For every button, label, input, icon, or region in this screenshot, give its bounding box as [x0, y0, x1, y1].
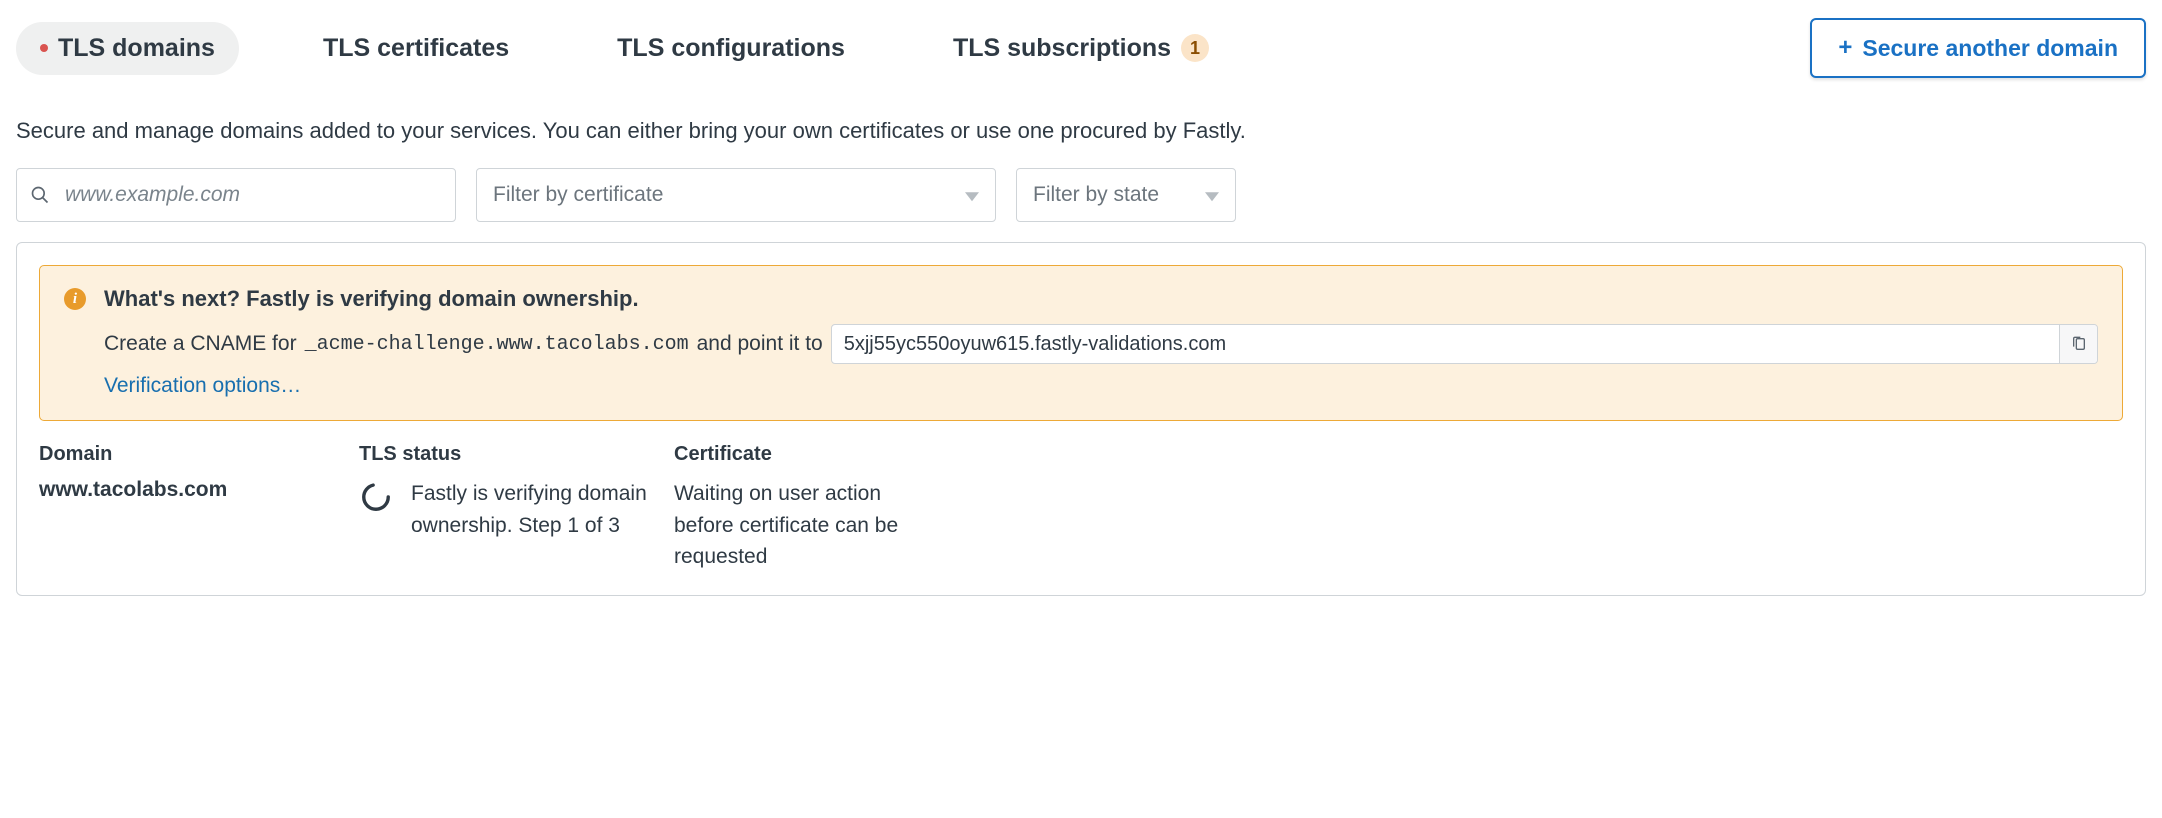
tab-label: TLS certificates [323, 34, 509, 63]
notice-cname-line: Create a CNAME for _acme-challenge.www.t… [104, 324, 2098, 364]
tab-tls-subscriptions[interactable]: TLS subscriptions 1 [929, 22, 1233, 75]
page-description: Secure and manage domains added to your … [16, 118, 2146, 144]
subscriptions-badge: 1 [1181, 34, 1209, 62]
col-header-certificate: Certificate [674, 443, 934, 466]
filters-row: Filter by certificate Filter by state [16, 168, 2146, 222]
secure-another-domain-button[interactable]: + Secure another domain [1810, 18, 2146, 78]
plus-icon: + [1838, 34, 1852, 62]
domain-search-input[interactable] [16, 168, 456, 222]
clipboard-icon [2071, 336, 2087, 352]
col-header-domain: Domain [39, 443, 349, 466]
filter-certificate-select[interactable]: Filter by certificate [476, 168, 996, 222]
verification-notice: i What's next? Fastly is verifying domai… [39, 265, 2123, 421]
search-wrap [16, 168, 456, 222]
filter-state-select[interactable]: Filter by state [1016, 168, 1236, 222]
search-icon [30, 185, 50, 205]
spinner-icon [359, 480, 393, 541]
tab-tls-configurations[interactable]: TLS configurations [593, 22, 869, 75]
cname-prefix: Create a CNAME for [104, 332, 297, 356]
select-label: Filter by state [1033, 183, 1159, 207]
col-header-status: TLS status [359, 443, 664, 466]
tab-tls-domains[interactable]: TLS domains [16, 22, 239, 75]
tls-status-text: Fastly is verifying domain ownership. St… [411, 478, 664, 541]
verification-options-link[interactable]: Verification options… [104, 374, 301, 397]
copy-cname-button[interactable] [2059, 325, 2097, 363]
domain-card: i What's next? Fastly is verifying domai… [16, 242, 2146, 596]
cname-host: _acme-challenge.www.tacolabs.com [305, 333, 689, 356]
tabs-row: TLS domains TLS certificates TLS configu… [16, 18, 2146, 78]
select-label: Filter by certificate [493, 183, 663, 207]
status-dot-icon [40, 44, 48, 52]
certificate-status-text: Waiting on user action before certificat… [674, 478, 934, 573]
cname-suffix: and point it to [697, 332, 823, 356]
notice-title: What's next? Fastly is verifying domain … [104, 286, 2098, 312]
button-label: Secure another domain [1862, 35, 2118, 62]
cname-value-wrap [831, 324, 2098, 364]
tab-label: TLS domains [58, 34, 215, 63]
tab-label: TLS subscriptions [953, 34, 1171, 63]
domain-table: Domain www.tacolabs.com TLS status Fastl… [39, 443, 2123, 573]
domain-value: www.tacolabs.com [39, 478, 349, 502]
tab-tls-certificates[interactable]: TLS certificates [299, 22, 533, 75]
info-icon: i [64, 288, 86, 310]
tab-label: TLS configurations [617, 34, 845, 63]
cname-value-input[interactable] [831, 324, 2098, 364]
